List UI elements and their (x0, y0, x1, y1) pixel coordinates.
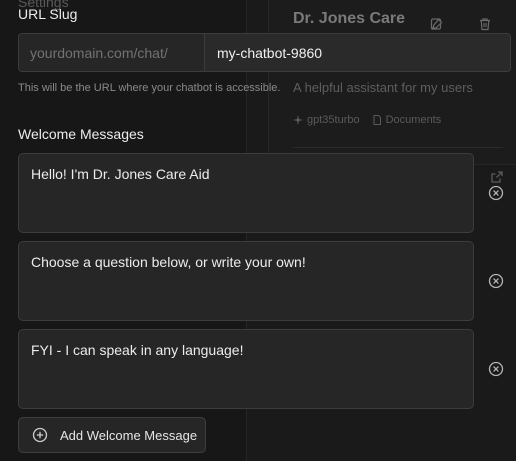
welcome-message-input-2[interactable]: Choose a question below, or write your o… (31, 253, 461, 309)
url-slug-prefix: yourdomain.com/chat/ (19, 34, 205, 71)
welcome-message-input-3[interactable]: FYI - I can speak in any language! (31, 341, 461, 397)
remove-message-1-close-circle-icon[interactable] (487, 184, 505, 202)
url-slug-help-text: This will be the URL where your chatbot … (18, 82, 281, 94)
url-slug-label: URL Slug (18, 6, 78, 22)
add-welcome-message-button[interactable]: Add Welcome Message (18, 417, 206, 453)
welcome-message-field[interactable]: Hello! I'm Dr. Jones Care Aid (18, 153, 474, 233)
remove-message-2-close-circle-icon[interactable] (487, 272, 505, 290)
welcome-message-field[interactable]: Choose a question below, or write your o… (18, 241, 474, 321)
url-slug-input[interactable] (205, 34, 510, 71)
remove-message-3-close-circle-icon[interactable] (487, 360, 505, 378)
url-slug-field: yourdomain.com/chat/ (18, 33, 511, 72)
chatbot-settings-screen: Settings Dr. Jones Care A helpful assist… (0, 0, 516, 461)
settings-form: URL Slug yourdomain.com/chat/ This will … (0, 0, 516, 461)
welcome-message-field[interactable]: FYI - I can speak in any language! (18, 329, 474, 409)
welcome-message-input-1[interactable]: Hello! I'm Dr. Jones Care Aid (31, 165, 461, 221)
welcome-messages-label: Welcome Messages (18, 126, 144, 142)
plus-circle-icon (32, 427, 48, 443)
add-welcome-message-label: Add Welcome Message (60, 427, 198, 443)
